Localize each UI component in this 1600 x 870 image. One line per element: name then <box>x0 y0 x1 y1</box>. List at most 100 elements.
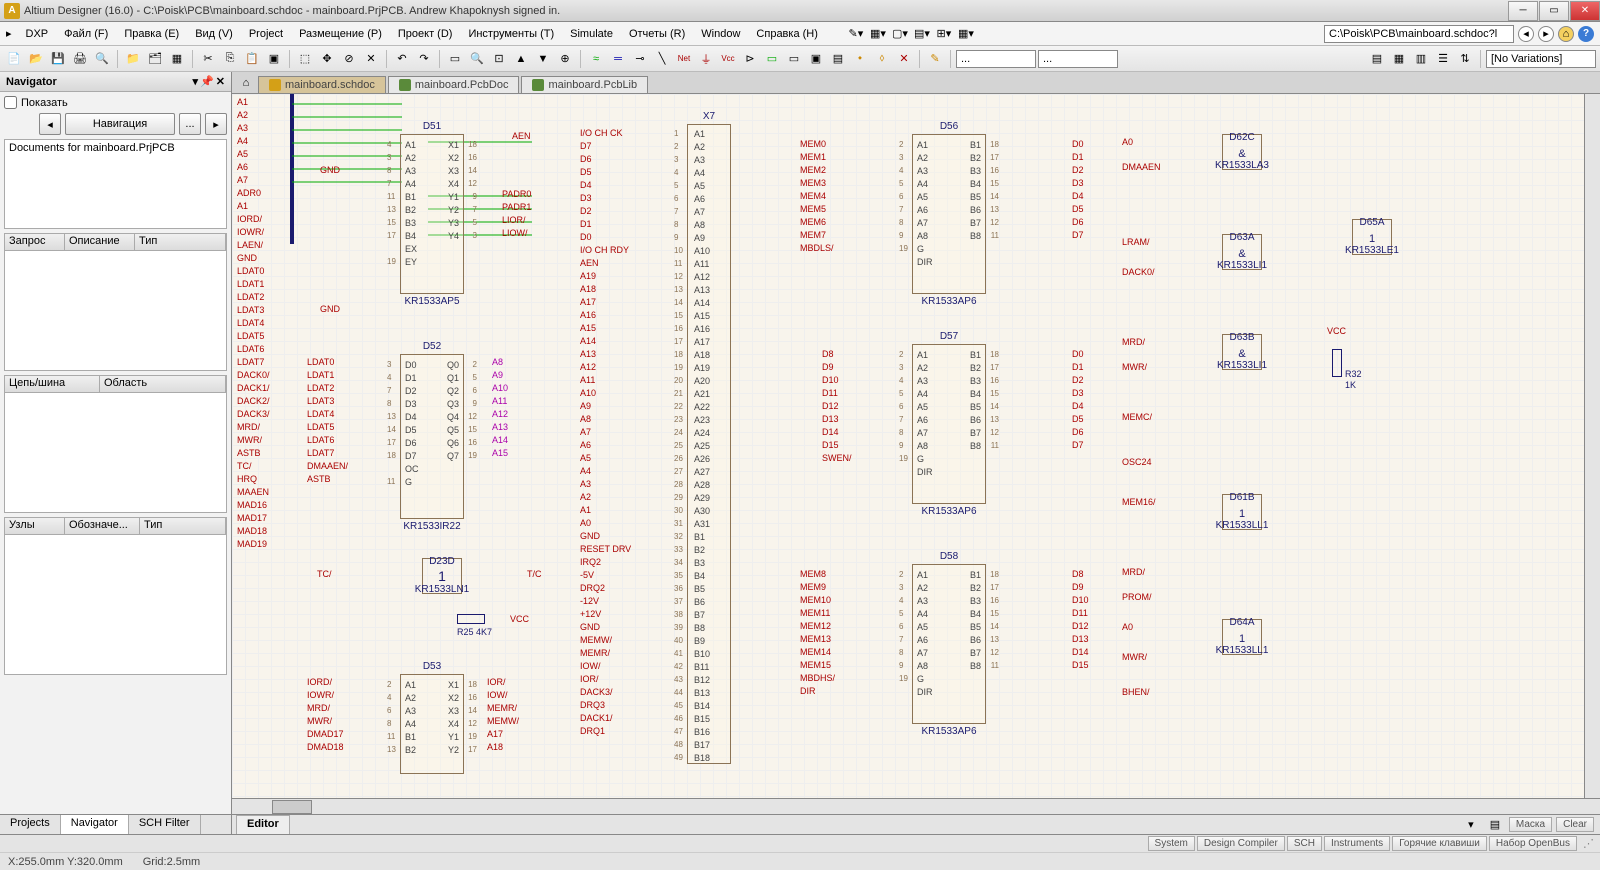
cut-icon[interactable]: ✂ <box>198 49 218 69</box>
place-vcc-icon[interactable]: Vcc <box>718 49 738 69</box>
place-sheet-icon[interactable]: ▭ <box>762 49 782 69</box>
nav-fwd-icon[interactable]: ▸ <box>1538 26 1554 42</box>
menu-window[interactable]: Window <box>693 26 748 42</box>
hdr-net[interactable]: Цепь/шина <box>5 376 100 392</box>
nav-back-icon[interactable]: ◂ <box>1518 26 1534 42</box>
hdr-query[interactable]: Запрос <box>5 234 65 250</box>
cross-probe-icon[interactable]: ⊕ <box>555 49 575 69</box>
place-netlabel-icon[interactable]: Net <box>674 49 694 69</box>
resize-grip-icon[interactable]: ⋰ <box>1583 837 1594 850</box>
schematic-canvas[interactable]: A1A2A3A4A5A6A7ADR0A1IORD/IOWR/LAEN/GNDLD… <box>232 94 1584 798</box>
filter-combo-1[interactable]: ... <box>956 50 1036 68</box>
nav-tool-icon[interactable]: ⊞▾ <box>934 24 954 44</box>
place-bus-icon[interactable]: ═ <box>608 49 628 69</box>
clear-select-icon[interactable]: ✕ <box>361 49 381 69</box>
deselect-icon[interactable]: ⊘ <box>339 49 359 69</box>
component-d56[interactable]: D56 KR1533AP6 A12B118A23B217A34B316A45B4… <box>912 134 986 294</box>
mask-config-icon[interactable]: ▾ <box>1461 815 1481 835</box>
status-sch[interactable]: SCH <box>1287 836 1322 851</box>
compile-icon[interactable]: ▦ <box>167 49 187 69</box>
open-project-icon[interactable]: 📁 <box>123 49 143 69</box>
hdr-ntype[interactable]: Тип <box>140 518 226 534</box>
component-d63b[interactable]: & D63B KR1533LI1 <box>1222 334 1262 370</box>
minimize-button[interactable]: ─ <box>1508 1 1538 21</box>
save-icon[interactable]: 💾 <box>48 49 68 69</box>
paste-icon[interactable]: 📋 <box>242 49 262 69</box>
dxp-icon[interactable]: ▸ <box>6 27 12 40</box>
hierarchy-up-icon[interactable]: ▲ <box>511 49 531 69</box>
nav-prev-icon[interactable]: ◂ <box>39 113 61 135</box>
sort-icon[interactable]: ⇅ <box>1455 49 1475 69</box>
nodes-grid[interactable] <box>4 535 227 675</box>
panel-dropdown-icon[interactable]: ▾ <box>193 75 199 88</box>
component-d57[interactable]: D57 KR1533AP6 A12B118A23B217A34B316A45B4… <box>912 344 986 504</box>
menu-project[interactable]: Project <box>241 26 291 42</box>
style-tool-icon[interactable]: ▤▾ <box>912 24 932 44</box>
filter-combo-2[interactable]: ... <box>1038 50 1118 68</box>
menu-view[interactable]: Вид (V) <box>187 26 241 42</box>
component-d62c[interactable]: & D62C KR1533LA3 <box>1222 134 1262 170</box>
menu-edit[interactable]: Правка (E) <box>116 26 187 42</box>
menu-place[interactable]: Размещение (P) <box>291 26 390 42</box>
stamp-icon[interactable]: ▣ <box>264 49 284 69</box>
grid-tool-icon[interactable]: ▦▾ <box>956 24 976 44</box>
doc-tab-schdoc[interactable]: mainboard.schdoc <box>258 76 386 93</box>
new-file-icon[interactable]: 📄 <box>4 49 24 69</box>
component-d58[interactable]: D58 KR1533AP6 A12B118A23B217A34B316A45B4… <box>912 564 986 724</box>
documents-box[interactable]: Documents for mainboard.PrjPCB <box>4 139 227 229</box>
navigation-button[interactable]: Навигация <box>65 113 175 135</box>
browse-icon[interactable]: 🗂 <box>145 49 165 69</box>
place-harness-icon[interactable]: ▤ <box>828 49 848 69</box>
scroll-thumb[interactable] <box>272 800 312 814</box>
place-noerr-icon[interactable]: ✕ <box>894 49 914 69</box>
brush-icon[interactable]: ✎ <box>925 49 945 69</box>
place-part-icon[interactable]: ⊳ <box>740 49 760 69</box>
component-r32[interactable] <box>1332 349 1342 377</box>
status-system[interactable]: System <box>1148 836 1195 851</box>
nav-next-icon[interactable]: ▸ <box>205 113 227 135</box>
hdr-type[interactable]: Тип <box>135 234 226 250</box>
component-d51[interactable]: D51 KR1533AP5 A14X118A23X216A38X314A47X4… <box>400 134 464 294</box>
place-busentry-icon[interactable]: ╲ <box>652 49 672 69</box>
hdr-desc[interactable]: Описание <box>65 234 135 250</box>
layer-tool-icon[interactable]: ▦▾ <box>868 24 888 44</box>
doc-tab-pcblib[interactable]: mainboard.PcbLib <box>521 76 648 93</box>
list-icon[interactable]: ☰ <box>1433 49 1453 69</box>
place-offsheet-icon[interactable]: ⬨ <box>872 49 892 69</box>
menu-reports[interactable]: Отчеты (R) <box>621 26 693 42</box>
place-signal-icon[interactable]: ⊸ <box>630 49 650 69</box>
open-file-icon[interactable]: 📂 <box>26 49 46 69</box>
component-d61b[interactable]: 1 D61B KR1533LL1 <box>1222 494 1262 530</box>
hdr-scope[interactable]: Область <box>100 376 226 392</box>
nav-home-icon[interactable]: ⌂ <box>1558 26 1574 42</box>
zoom-select-icon[interactable]: ⊡ <box>489 49 509 69</box>
zoom-area-icon[interactable]: 🔍 <box>467 49 487 69</box>
component-d23d[interactable]: 1 D23D KR1533LN1 <box>422 558 462 594</box>
menu-design[interactable]: Проект (D) <box>390 26 461 42</box>
status-instruments[interactable]: Instruments <box>1324 836 1390 851</box>
status-openbus[interactable]: Набор OpenBus <box>1489 836 1577 851</box>
panel-pin-icon[interactable]: 📌 <box>200 75 214 88</box>
component-d64a[interactable]: 1 D64A KR1533LL1 <box>1222 619 1262 655</box>
zoom-fit-icon[interactable]: ▭ <box>445 49 465 69</box>
horizontal-scrollbar[interactable] <box>232 798 1600 814</box>
status-design-compiler[interactable]: Design Compiler <box>1197 836 1285 851</box>
maximize-button[interactable]: ▭ <box>1539 1 1569 21</box>
map-icon[interactable]: ▥ <box>1411 49 1431 69</box>
update-pcb-icon[interactable]: ▦ <box>1389 49 1409 69</box>
panel-close-icon[interactable]: ✕ <box>216 75 225 88</box>
place-sheetentry-icon[interactable]: ▭ <box>784 49 804 69</box>
annotate-icon[interactable]: ▤ <box>1367 49 1387 69</box>
place-device-icon[interactable]: ▣ <box>806 49 826 69</box>
menu-tools[interactable]: Инструменты (T) <box>460 26 562 42</box>
tab-home-icon[interactable]: ⌂ <box>236 73 256 93</box>
component-d52[interactable]: D52 KR1533IR22 D03Q02D14Q15D27Q26D38Q39D… <box>400 354 464 519</box>
select-tool-icon[interactable]: ▢▾ <box>890 24 910 44</box>
address-input[interactable] <box>1324 25 1514 43</box>
mask-levels-icon[interactable]: ▤ <box>1485 815 1505 835</box>
hdr-desig[interactable]: Обозначе... <box>65 518 140 534</box>
status-hotkeys[interactable]: Горячие клавиши <box>1392 836 1487 851</box>
component-d63a[interactable]: & D63A KR1533LI1 <box>1222 234 1262 270</box>
menu-dxp[interactable]: DXP <box>18 26 57 42</box>
nets-grid[interactable] <box>4 393 227 513</box>
